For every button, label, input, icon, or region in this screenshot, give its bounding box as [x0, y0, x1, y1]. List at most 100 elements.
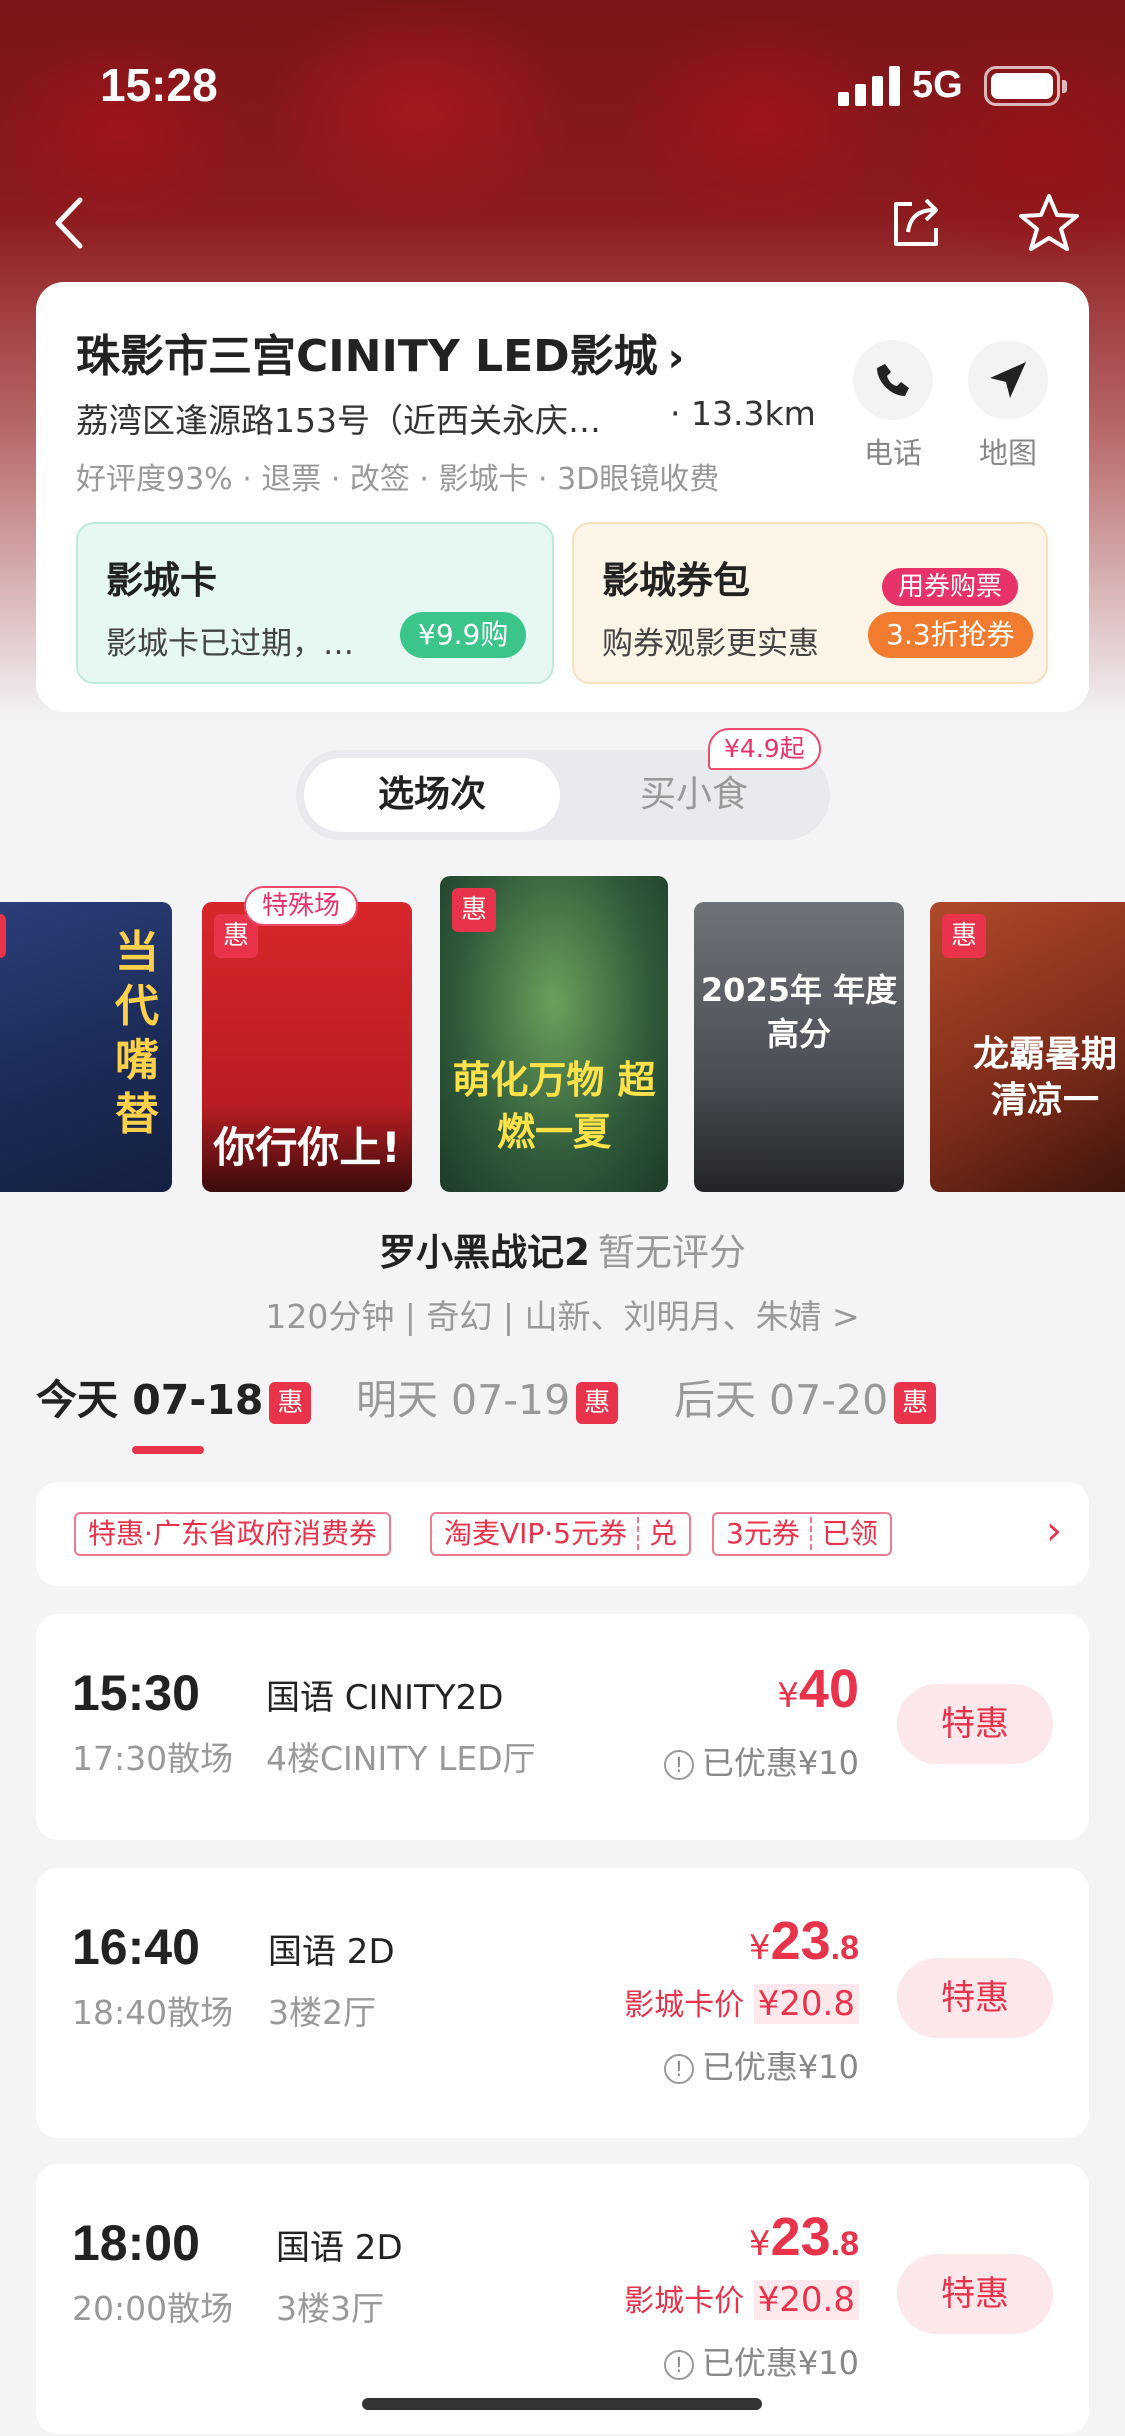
hall-name: 3楼2厅 [268, 1993, 376, 2032]
cinema-name: 珠影市三宫CINITY LED影城 [76, 331, 658, 382]
poster-title: 萌化万物 超燃一夏 [452, 1058, 656, 1154]
date-label: 今天 07-18 [36, 1376, 264, 1424]
coupon-tag[interactable]: 淘麦VIP·5元券兑 [430, 1512, 692, 1556]
showtime-row[interactable]: 18:00 20:00散场 国语 2D 3楼3厅 ¥23.8 影城卡价 ¥20.… [36, 2164, 1089, 2434]
battery-icon [984, 66, 1067, 106]
end-time: 20:00散场 [72, 2289, 234, 2328]
start-time: 15:30 [72, 1665, 200, 1721]
grab-coupon-button[interactable]: 3.3折抢券 [868, 612, 1033, 658]
end-time: 17:30散场 [72, 1739, 234, 1778]
language-format: 国语 2D [268, 1932, 395, 1972]
active-tab-indicator [132, 1446, 204, 1454]
info-icon: ! [663, 2350, 694, 2380]
status-time: 15:28 [100, 59, 218, 111]
discount-badge: 惠 [0, 914, 6, 958]
poster-title: 龙霸暑期 清凉一 [972, 1034, 1117, 1121]
chevron-right-icon: › [667, 335, 685, 381]
signal-icon [838, 66, 900, 106]
price: ¥40 [777, 1659, 859, 1719]
end-time: 18:40散场 [72, 1993, 234, 2032]
buy-card-button[interactable]: ¥9.9购 [400, 612, 527, 658]
saved-amount: ! 已优惠¥10 [663, 1738, 859, 1784]
claimed-label: 已领 [809, 1517, 878, 1550]
hall-name: 4楼CINITY LED厅 [266, 1739, 536, 1778]
poster-title: 2025年 年度 高分 [700, 971, 898, 1053]
phone-button[interactable]: 电话 [848, 340, 938, 472]
info-icon: ! [663, 2054, 694, 2084]
showtime-row[interactable]: 16:40 18:40散场 国语 2D 3楼2厅 ¥23.8 影城卡价 ¥20.… [36, 1868, 1089, 2138]
member-card-price: 影城卡价 ¥20.8 [624, 2276, 859, 2320]
poster-title: 你行你上! [213, 1123, 401, 1172]
member-card-price: 影城卡价 ¥20.8 [624, 1980, 859, 2024]
chevron-right-icon[interactable]: › [1046, 1508, 1062, 1554]
saved-amount: ! 已优惠¥10 [663, 2338, 859, 2384]
tab-showtimes[interactable]: 选场次 [304, 758, 560, 832]
movie-title: 罗小黑战记2 [379, 1231, 590, 1274]
coupon-tag: 用券购票 [882, 568, 1019, 606]
date-tabs: 今天 07-18 惠 明天 07-19 惠 后天 07-20 惠 [0, 1366, 1125, 1456]
special-screening-tag: 特殊场 [244, 886, 359, 926]
status-bar: 15:28 5G [0, 0, 1125, 130]
coupon-tag-label: 淘麦VIP·5元券 [444, 1517, 628, 1550]
tab-date-today[interactable]: 今天 07-18 惠 [36, 1366, 312, 1426]
date-label: 后天 07-20 [674, 1376, 889, 1424]
cinema-address: 荔湾区逢源路153号（近西关永庆… [76, 401, 601, 440]
cinema-card-promo[interactable]: 影城卡 影城卡已过期，… ¥9.9购 [76, 522, 554, 684]
coupon-pack-promo[interactable]: 影城券包 购券观影更实惠 用券购票 3.3折抢券 [572, 522, 1048, 684]
home-indicator [362, 2398, 762, 2410]
phone-label: 电话 [863, 436, 922, 470]
buy-ticket-button[interactable]: 特惠 [897, 1958, 1053, 2038]
discount-badge: 惠 [576, 1382, 619, 1424]
movie-poster[interactable]: 当代嘴替 惠 [0, 902, 172, 1192]
buy-ticket-button[interactable]: 特惠 [897, 2254, 1053, 2334]
promo-desc: 购券观影更实惠 [602, 626, 819, 662]
price: ¥23.8 [748, 1911, 859, 1971]
phone-icon [853, 340, 933, 420]
map-label: 地图 [978, 436, 1037, 470]
movie-poster[interactable]: 龙霸暑期 清凉一 惠 [930, 902, 1125, 1192]
discount-badge: 惠 [942, 914, 986, 958]
tab-date-tomorrow[interactable]: 明天 07-19 惠 [356, 1366, 619, 1426]
segmented-control: 选场次 买小食 ¥4.9起 [296, 728, 830, 840]
coupon-bar[interactable]: 特惠·广东省政府消费券 淘麦VIP·5元券兑 3元券 已领 › [36, 1482, 1089, 1586]
poster-carousel: 当代嘴替 惠 你行你上! 惠 特殊场 萌化万物 超燃一夏 惠 2025年 年度 … [0, 876, 1125, 1196]
coupon-tag: 特惠·广东省政府消费券 [74, 1512, 391, 1556]
tab-date-day-after[interactable]: 后天 07-20 惠 [674, 1366, 937, 1426]
share-icon[interactable] [882, 188, 952, 258]
price: ¥23.8 [748, 2207, 859, 2267]
coupon-tag: 3元券 已领 [712, 1512, 892, 1556]
nav-bar [0, 170, 1125, 270]
coupon-tag-label: 3元券 [726, 1517, 800, 1550]
star-icon[interactable] [1014, 188, 1084, 258]
navigation-icon [968, 340, 1048, 420]
discount-badge: 惠 [894, 1382, 937, 1424]
movie-poster[interactable]: 你行你上! 惠 [202, 902, 412, 1192]
cinema-name-link[interactable]: 珠影市三宫CINITY LED影城 › [76, 320, 684, 384]
redeem-label: 兑 [637, 1517, 678, 1550]
cinema-distance: · 13.3km [670, 394, 816, 433]
poster-title: 当代嘴替 [115, 927, 159, 1140]
info-icon: ! [663, 1750, 694, 1780]
start-time: 16:40 [72, 1919, 200, 1975]
date-label: 明天 07-19 [356, 1376, 571, 1424]
discount-badge: 惠 [269, 1382, 312, 1424]
promo-title: 影城卡 [106, 559, 217, 602]
movie-score: 暂无评分 [597, 1231, 746, 1274]
discount-badge: 惠 [452, 888, 496, 932]
language-format: 国语 CINITY2D [266, 1678, 504, 1718]
buy-ticket-button[interactable]: 特惠 [897, 1684, 1053, 1764]
promo-title: 影城券包 [602, 559, 750, 602]
hall-name: 3楼3厅 [276, 2289, 384, 2328]
promo-desc: 影城卡已过期，… [106, 626, 354, 662]
movie-poster-selected[interactable]: 萌化万物 超燃一夏 惠 [440, 876, 668, 1192]
map-button[interactable]: 地图 [963, 340, 1053, 472]
movie-title-row: 罗小黑战记2 暂无评分 [0, 1222, 1125, 1276]
movie-meta-link[interactable]: 120分钟 | 奇幻 | 山新、刘明月、朱婧 > [0, 1290, 1125, 1338]
snack-price-badge: ¥4.9起 [708, 728, 821, 770]
cinema-tags: 好评度93% · 退票 · 改签 · 影城卡 · 3D眼镜收费 [76, 462, 720, 497]
back-icon[interactable] [36, 188, 106, 258]
language-format: 国语 2D [276, 2228, 403, 2268]
movie-poster[interactable]: 2025年 年度 高分 [694, 902, 904, 1192]
showtime-row[interactable]: 15:30 17:30散场 国语 CINITY2D 4楼CINITY LED厅 … [36, 1614, 1089, 1840]
start-time: 18:00 [72, 2215, 200, 2271]
